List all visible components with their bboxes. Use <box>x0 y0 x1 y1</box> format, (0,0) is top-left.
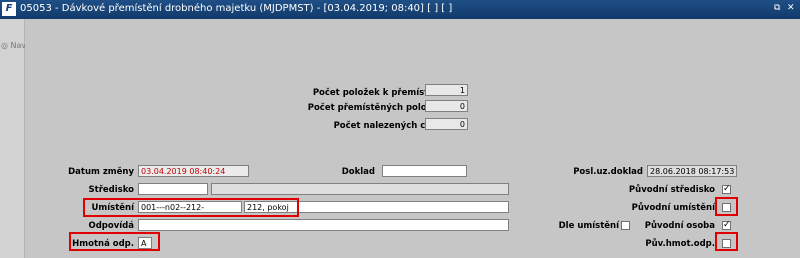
puvodni-stredisko-label: Původní středisko <box>628 185 715 195</box>
puv-hmot-odp-highlight <box>715 232 738 251</box>
count-items-field: 1 <box>425 84 468 96</box>
stredisko-code-field[interactable] <box>138 183 208 195</box>
left-panel: ◎ Nav <box>0 19 26 258</box>
datum-zmeny-field[interactable]: 03.04.2019 08:40:24 <box>138 165 249 177</box>
odpovida-field[interactable] <box>138 219 509 231</box>
count-moved-field: 0 <box>425 100 468 112</box>
dle-umisteni-label: Dle umístění <box>558 221 619 231</box>
window-title: 05053 - Dávkové přemístění drobného maje… <box>20 3 453 14</box>
puvodni-osoba-label: Původní osoba <box>644 221 715 231</box>
puvodni-stredisko-checkbox[interactable]: ✓ <box>722 185 731 194</box>
app-logo-icon: F <box>2 2 16 16</box>
posl-uz-doklad-field: 28.06.2018 08:17:53 <box>647 165 737 177</box>
dle-umisteni-checkbox[interactable] <box>621 221 630 230</box>
nav-button[interactable]: ◎ Nav <box>1 41 26 50</box>
count-moved-label: Počet přemístěných položek <box>307 103 443 113</box>
doklad-field[interactable] <box>382 165 467 177</box>
count-items-label: Počet položek k přemístění <box>312 88 443 98</box>
posl-uz-doklad-label: Posl.uz.doklad <box>573 167 643 177</box>
datum-zmeny-label: Datum změny <box>68 167 134 177</box>
restore-icon[interactable]: ⧉ <box>774 3 780 13</box>
puvodni-osoba-checkbox[interactable]: ✓ <box>722 221 731 230</box>
title-bar: F 05053 - Dávkové přemístění drobného ma… <box>0 0 800 19</box>
count-errors-field: 0 <box>425 118 468 130</box>
main-panel: Počet položek k přemístění 1 Počet přemí… <box>25 19 800 258</box>
close-icon[interactable]: ✕ <box>787 3 795 13</box>
hmotna-odp-highlight <box>69 232 160 251</box>
puvodni-umisteni-highlight <box>715 197 738 216</box>
umisteni-highlight <box>83 198 299 217</box>
odpovida-label: Odpovídá <box>88 221 134 231</box>
stredisko-name-field <box>211 183 509 195</box>
puv-hmot-odp-label: Pův.hmot.odp. <box>645 239 715 249</box>
puvodni-umisteni-label: Původní umístění <box>631 203 715 213</box>
circle-icon: ◎ <box>1 41 8 50</box>
stredisko-label: Středisko <box>88 185 134 195</box>
nav-label: Nav <box>10 41 27 50</box>
doklad-label: Doklad <box>341 167 375 177</box>
